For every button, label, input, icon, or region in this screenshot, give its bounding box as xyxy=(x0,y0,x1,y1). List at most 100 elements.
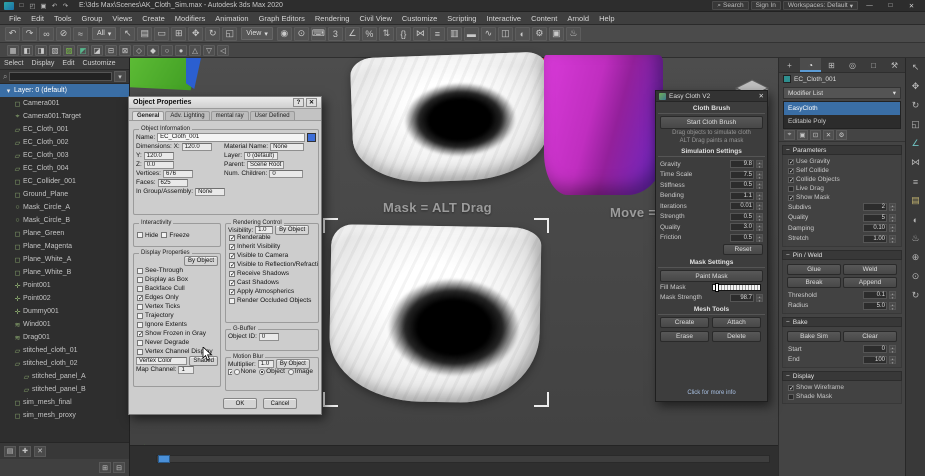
menu-item[interactable]: Content xyxy=(526,12,562,25)
mesh-tool-button[interactable]: Attach xyxy=(712,317,761,328)
save-file-icon[interactable]: ▣ xyxy=(38,1,49,11)
prompt-mode-icon[interactable]: △ xyxy=(189,44,201,56)
radio-button[interactable] xyxy=(287,368,294,375)
close-button[interactable]: ✕ xyxy=(902,1,921,11)
magenta-cloth-object[interactable] xyxy=(544,55,663,195)
scene-explorer-row[interactable]: ◻ Camera001 xyxy=(0,97,129,110)
checkbox-row[interactable]: Never Degrade xyxy=(134,338,220,347)
checkbox[interactable] xyxy=(229,243,235,251)
checkbox-row[interactable]: Cast Shadows xyxy=(226,278,318,287)
select-and-rotate-icon[interactable]: ↻ xyxy=(205,26,221,41)
spinner-arrows[interactable]: ▴ ▾ xyxy=(889,203,896,212)
bind-to-space-warp-icon[interactable]: ≈ xyxy=(73,26,88,41)
open-file-icon[interactable]: ◰ xyxy=(27,1,38,11)
dialog-tab[interactable]: User Defined xyxy=(249,110,295,120)
scene-explorer-row[interactable]: ⌖ Camera001.Target xyxy=(0,110,129,123)
spinner-arrows[interactable]: ▴ ▾ xyxy=(889,291,896,300)
checkbox[interactable] xyxy=(161,232,168,238)
dialog-titlebar[interactable]: Easy Cloth V2 ✕ xyxy=(656,91,767,102)
checkbox-row[interactable]: Inherit Visibility xyxy=(226,242,318,251)
sx-delete-icon[interactable]: ✕ xyxy=(34,445,46,457)
window-crossing-toggle-icon[interactable]: ⊞ xyxy=(171,26,187,41)
unlink-selection-icon[interactable]: ⊘ xyxy=(56,26,71,41)
side-select-icon[interactable]: ↖ xyxy=(906,58,925,77)
dialog-tab[interactable]: Adv. Lighting xyxy=(165,110,210,120)
keyboard-shortcut-override-icon[interactable]: ⌨ xyxy=(310,26,326,41)
maximize-button[interactable]: □ xyxy=(881,1,900,11)
checkbox[interactable] xyxy=(229,261,235,269)
spinner-arrows[interactable]: ▴ ▾ xyxy=(756,170,763,180)
redo-icon[interactable]: ↷ xyxy=(22,26,37,41)
time-slider-handle[interactable] xyxy=(158,455,170,463)
menu-item[interactable]: Civil View xyxy=(354,12,396,25)
spinner-arrows[interactable]: ▴ ▾ xyxy=(889,234,896,244)
menu-item[interactable]: Tools xyxy=(49,12,77,25)
checkbox[interactable] xyxy=(137,312,143,319)
multiplier-value[interactable]: 1.0 xyxy=(257,360,274,368)
use-pivot-point-icon[interactable]: ◉ xyxy=(276,26,292,41)
menu-item[interactable]: Group xyxy=(77,12,108,25)
scene-explorer-row[interactable]: ≋ Wind001 xyxy=(0,318,129,331)
dialog-close-button[interactable]: ✕ xyxy=(306,98,317,107)
checkbox[interactable] xyxy=(788,167,794,175)
spinner-arrows[interactable]: ▴ ▾ xyxy=(889,301,896,311)
checkbox[interactable] xyxy=(229,252,235,260)
spinner-arrows[interactable]: ▴ ▾ xyxy=(756,202,763,211)
checkbox-row[interactable]: Shade Mask xyxy=(784,392,900,401)
macro-record-icon[interactable]: ▽ xyxy=(203,44,215,56)
enabled-checkbox-row[interactable]: Enabled xyxy=(228,367,232,376)
script-run-icon[interactable]: ◁ xyxy=(217,44,229,56)
menu-item[interactable]: Graph Editors xyxy=(254,12,310,25)
modifier-stack-item[interactable]: Editable Poly xyxy=(784,115,900,128)
redo-icon[interactable]: ↷ xyxy=(60,1,71,11)
checkbox-row[interactable]: Edges Only xyxy=(134,293,220,302)
scene-explorer-row[interactable]: ◻ EC_Collider_001 xyxy=(0,175,129,188)
scene-explorer-menu-item[interactable]: Select xyxy=(0,60,27,67)
white-cloth-bottom[interactable] xyxy=(328,224,542,404)
scene-explorer-row[interactable]: ◻ Plane_Green xyxy=(0,227,129,240)
spinner-arrows[interactable]: ▴ ▾ xyxy=(889,213,896,223)
scene-explorer-menu-item[interactable]: Edit xyxy=(58,60,78,67)
remove-modifier-icon[interactable]: ✕ xyxy=(823,130,834,140)
scene-explorer-row[interactable]: ◻ Plane_White_A xyxy=(0,253,129,266)
checkbox-row[interactable]: Display as Box xyxy=(134,275,220,284)
layer-toggle-icon[interactable]: ● xyxy=(175,44,187,56)
rollout-header[interactable]: − Parameters xyxy=(782,145,902,155)
mesh-tool-button[interactable]: Create xyxy=(660,317,709,328)
search-options-icon[interactable]: ▾ xyxy=(114,71,126,82)
schematic-view-icon[interactable]: ◫ xyxy=(497,26,513,41)
side-layers-icon[interactable]: ▤ xyxy=(906,191,925,210)
checkbox[interactable] xyxy=(228,368,232,376)
parameter-value[interactable]: 3.0 xyxy=(730,223,754,232)
checkbox[interactable] xyxy=(229,297,235,304)
select-and-move-icon[interactable]: ✥ xyxy=(188,26,204,41)
object-id-value[interactable]: 0 xyxy=(258,332,279,341)
scene-explorer-row[interactable]: ▱ EC_Cloth_001 xyxy=(0,123,129,136)
checkbox-row[interactable]: Trajectory xyxy=(134,311,220,320)
side-material-icon[interactable]: ◐ xyxy=(906,210,925,229)
checkbox[interactable] xyxy=(137,348,143,355)
side-rotate-icon[interactable]: ↻ xyxy=(906,96,925,115)
display-by-object-button[interactable]: By Object xyxy=(183,256,218,266)
rollout-header[interactable]: − Bake xyxy=(782,317,902,327)
scene-explorer-row[interactable]: ✛ Dummy001 xyxy=(0,305,129,318)
rollout-header[interactable]: − Pin / Weld xyxy=(782,250,902,260)
align-icon[interactable]: ≡ xyxy=(429,26,445,41)
selection-filter-dropdown[interactable]: All ▾ xyxy=(92,27,117,40)
scene-explorer-search-input[interactable] xyxy=(9,72,112,81)
sx-dock-icon[interactable]: ⊞ xyxy=(99,462,111,473)
display-floater-icon[interactable]: ◆ xyxy=(147,44,159,56)
checkbox[interactable] xyxy=(788,393,794,400)
workspace-dropdown[interactable]: Workspaces: Default ▾ xyxy=(782,1,858,10)
checkbox-row[interactable]: Render Occluded Objects xyxy=(226,296,318,305)
parameter-value[interactable]: 100 xyxy=(863,355,887,364)
dialog-titlebar[interactable]: Object Properties ? ✕ xyxy=(129,97,321,109)
visibility-value[interactable]: 1.0 xyxy=(255,226,274,234)
spinner-arrows[interactable]: ▴ ▾ xyxy=(889,224,896,233)
render-setup-icon[interactable]: ⚙ xyxy=(531,26,547,41)
modify-tab-icon[interactable]: ◔ xyxy=(800,58,821,72)
checkbox-row[interactable]: Self Collide xyxy=(784,166,900,175)
tool-button[interactable]: Break xyxy=(787,277,841,288)
side-render-icon[interactable]: ♨ xyxy=(906,229,925,248)
side-mirror-icon[interactable]: ⋈ xyxy=(906,153,925,172)
